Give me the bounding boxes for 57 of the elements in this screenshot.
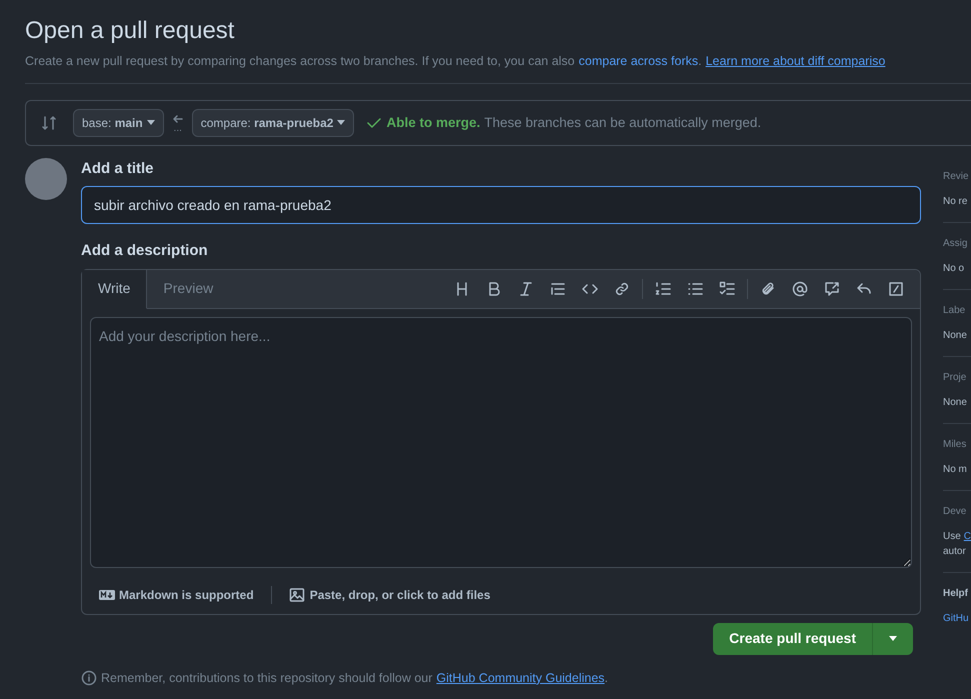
sidebar-value: No m <box>943 462 967 477</box>
markdown-icon <box>99 590 115 600</box>
guidelines-note: Remember, contributions to this repository should follow our <box>101 670 432 687</box>
sidebar-heading: Labe <box>943 304 966 318</box>
page-title: Open a pull request <box>25 16 236 46</box>
left-arrow-icon <box>172 112 184 125</box>
caret-icon <box>146 120 155 126</box>
sidebar-heading: Helpf <box>943 586 969 601</box>
page-description: Create a new pull request by comparing changes across two branches. If you need to, you can also <box>25 53 575 70</box>
bullet-list-icon[interactable] <box>687 280 703 297</box>
title-field[interactable]: subir archivo creado en rama-prueba2 <box>81 186 921 224</box>
sidebar-value: autor <box>943 544 967 559</box>
caret-icon <box>337 120 346 126</box>
paperclip-icon[interactable] <box>760 280 776 297</box>
editor-tab[interactable]: Write <box>82 270 148 309</box>
create-pull-request-button[interactable]: Create pull request <box>713 622 873 655</box>
period-text: . <box>698 53 702 70</box>
sidebar-heading: Deve <box>943 504 968 519</box>
sidebar-heading: Miles <box>943 438 968 452</box>
learn-more-link[interactable]: Learn more about diff compariso <box>706 52 886 71</box>
merge-status: Able to merge. <box>386 114 480 132</box>
sidebar-heading: Assig <box>943 236 968 251</box>
sidebar-heading: Revie <box>943 170 970 184</box>
description-field[interactable]: Add your description here... <box>90 316 912 568</box>
sidebar-value: None <box>943 328 967 343</box>
markdown-note: Markdown is supported <box>119 586 254 604</box>
sidebar-value: None <box>943 396 967 410</box>
caret-icon <box>889 636 897 642</box>
image-icon <box>288 586 305 603</box>
quote-icon[interactable] <box>550 280 566 297</box>
guidelines-link[interactable]: GitHub Community Guidelines <box>436 668 605 688</box>
ellipsis-text: ... <box>174 124 182 133</box>
task-list-icon[interactable] <box>719 280 735 297</box>
sidebar-heading: Proje <box>943 370 968 385</box>
merge-detail: These branches can be automatically merged. <box>484 114 762 132</box>
period-text: . <box>604 670 608 687</box>
numbered-list-icon[interactable] <box>655 280 671 297</box>
editor-tab[interactable]: Preview <box>147 269 230 308</box>
add-files-button[interactable]: Paste, drop, or click to add files <box>272 586 508 604</box>
italic-icon[interactable] <box>518 280 534 297</box>
sidebar-value: Use <box>943 530 961 544</box>
mention-icon[interactable] <box>792 280 808 297</box>
branch-compare-icon <box>41 114 57 131</box>
sidebar-value: No o <box>943 262 964 276</box>
create-options-button[interactable] <box>873 622 913 655</box>
sidebar-link[interactable]: C <box>964 528 971 544</box>
speech-bubble-arrow-icon[interactable] <box>824 280 840 297</box>
avatar <box>25 158 67 200</box>
base-branch-dropdown[interactable]: base: main <box>73 108 164 137</box>
compare-branch-dropdown[interactable]: compare: rama-prueba2 <box>192 108 354 137</box>
sidebar-value: No re <box>943 194 968 209</box>
info-icon <box>81 670 97 686</box>
description-label: Add a description <box>81 241 209 262</box>
title-label: Add a title <box>81 158 155 179</box>
link-icon[interactable] <box>614 280 630 297</box>
sidebar-link[interactable]: GitHu <box>943 610 971 626</box>
forks-link[interactable]: compare across forks <box>578 52 698 71</box>
